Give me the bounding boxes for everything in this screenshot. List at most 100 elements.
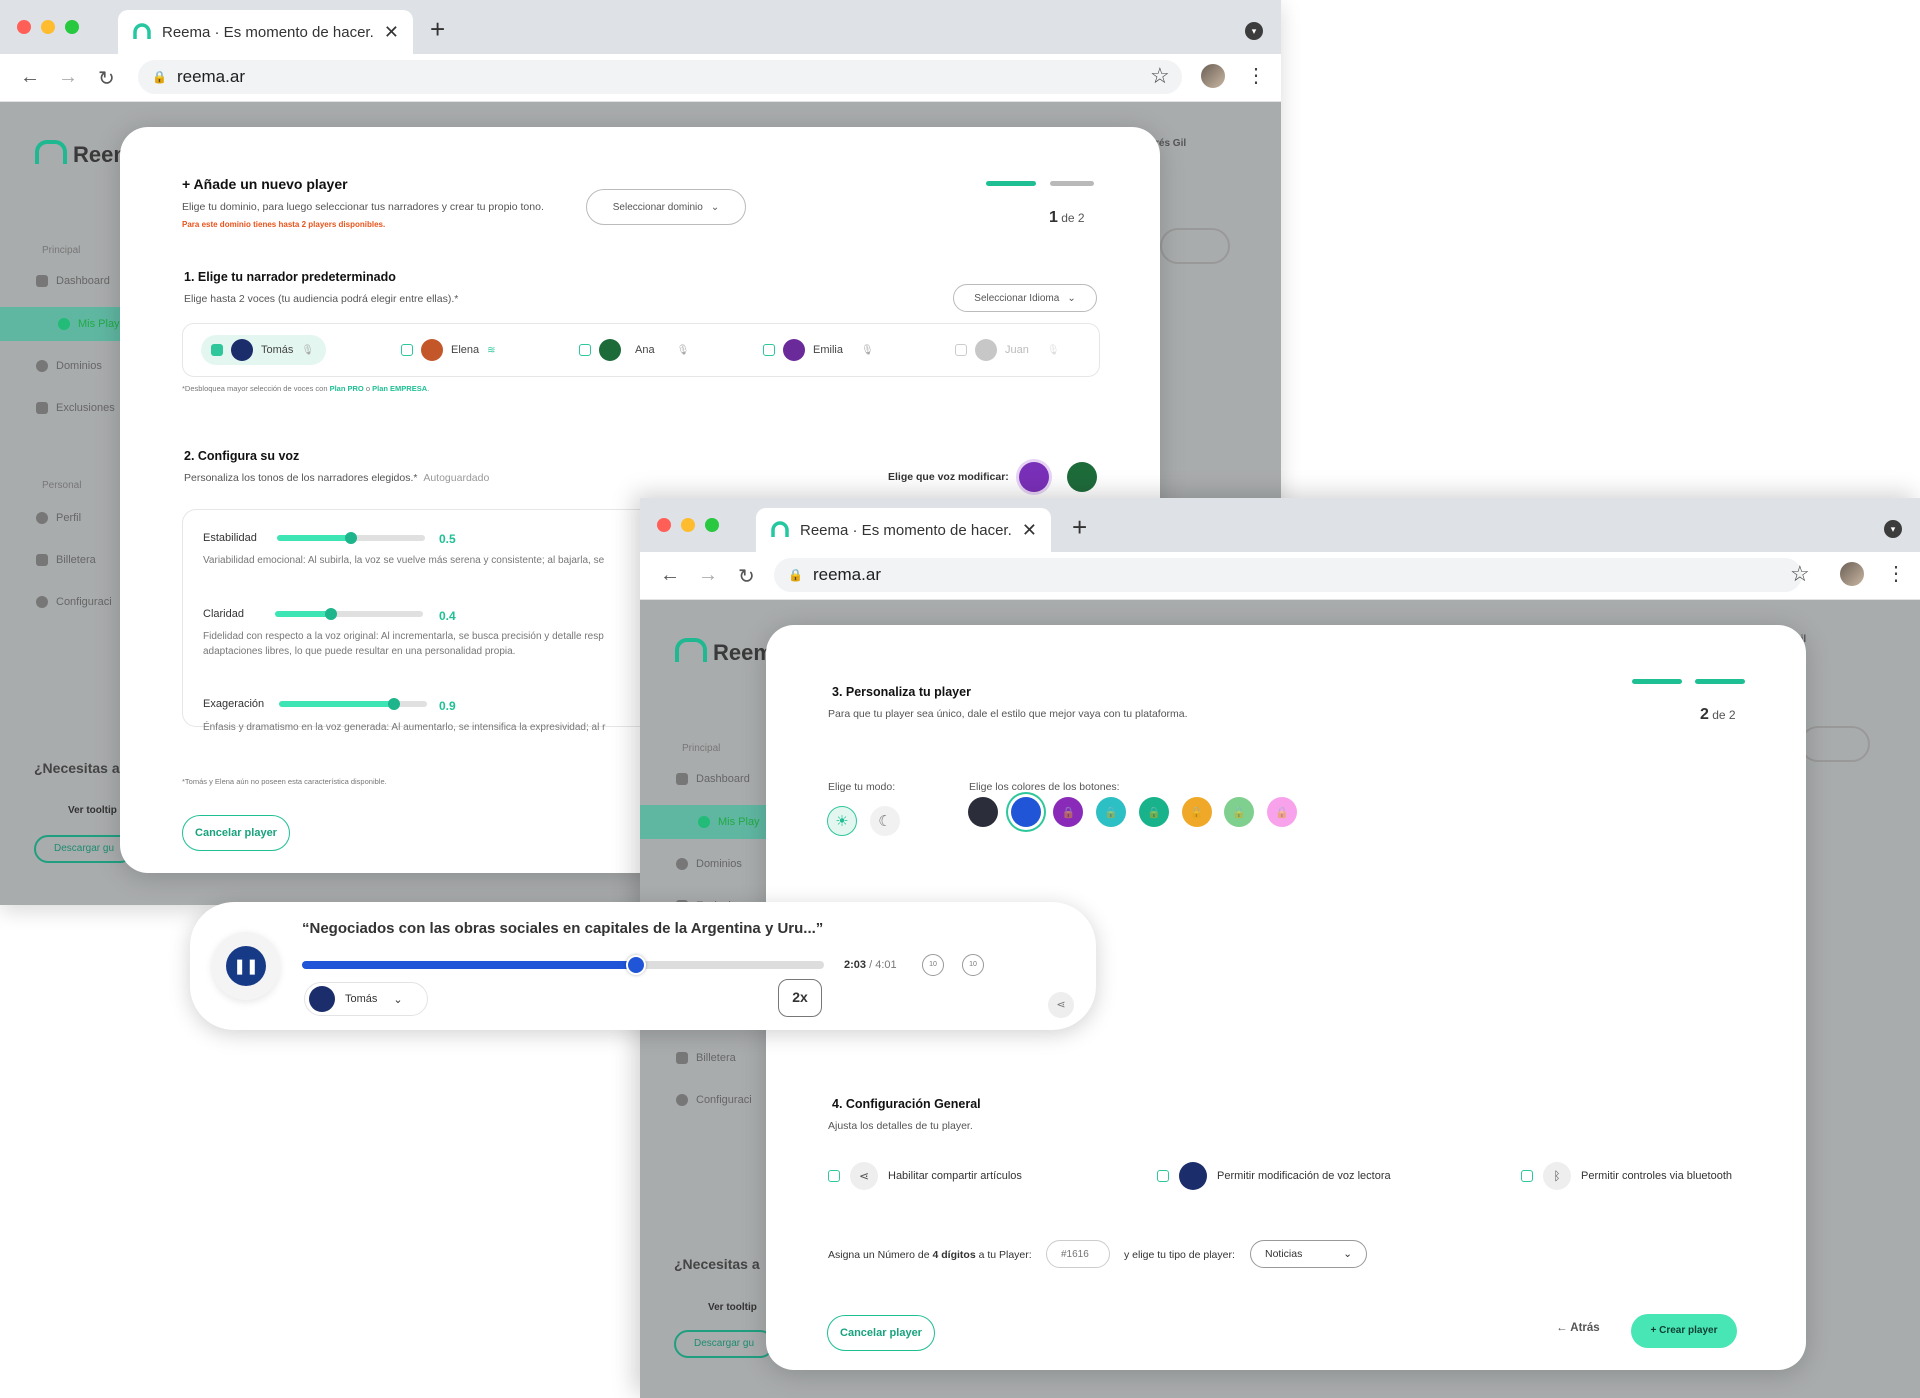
new-tab-button[interactable]: +	[430, 14, 445, 45]
back-icon[interactable]: ←	[20, 66, 40, 89]
option-share-articles[interactable]: ⋖ Habilitar compartir artículos	[828, 1162, 1022, 1190]
player-number-input[interactable]	[1046, 1240, 1110, 1268]
minimize-window-button[interactable]	[681, 518, 695, 532]
slider-knob[interactable]	[325, 608, 338, 620]
option-bluetooth-controls[interactable]: ᛒ Permitir controles via bluetooth	[1521, 1162, 1732, 1190]
voice-option-elena[interactable]: Elena ≋	[401, 335, 496, 365]
sidebar-item-mis-players[interactable]: Mis Play	[698, 816, 760, 828]
color-swatch[interactable]: 🔒	[1181, 797, 1212, 827]
color-swatch[interactable]: 🔒	[1224, 797, 1255, 827]
download-guide-button[interactable]: Descargar gu	[34, 835, 134, 863]
color-swatch[interactable]: 🔒	[1096, 797, 1127, 827]
maximize-window-button[interactable]	[65, 20, 79, 34]
sidebar-item-dashboard[interactable]: Dashboard	[36, 275, 110, 287]
close-tab-icon[interactable]: ✕	[384, 22, 399, 43]
clarity-slider[interactable]	[275, 608, 423, 620]
close-window-button[interactable]	[17, 20, 31, 34]
sidebar-item-dominios[interactable]: Dominios	[36, 360, 102, 372]
color-swatch[interactable]	[968, 797, 998, 827]
narrator-select[interactable]: Tomás ⌄	[304, 982, 428, 1016]
browser-tab[interactable]: Reema · Es momento de hacer... ✕	[756, 508, 1051, 552]
sidebar-item-configuracion[interactable]: Configuraci	[36, 596, 112, 608]
slider-value: 0.5	[439, 532, 456, 546]
option-checkbox[interactable]	[1157, 1170, 1169, 1182]
maximize-window-button[interactable]	[705, 518, 719, 532]
bookmark-star-icon[interactable]: ☆	[1790, 561, 1810, 587]
stability-slider[interactable]	[277, 532, 425, 544]
tooltip-link[interactable]: Ver tooltip	[708, 1302, 757, 1313]
profile-avatar[interactable]	[1838, 560, 1866, 588]
close-tab-icon[interactable]: ✕	[1022, 520, 1037, 541]
share-icon[interactable]: ⋖	[1048, 992, 1074, 1018]
sidebar-item-billetera[interactable]: Billetera	[676, 1052, 736, 1064]
player-progress-knob[interactable]	[626, 955, 647, 975]
sidebar-item-dominios[interactable]: Dominios	[676, 858, 742, 870]
mic-icon[interactable]: 🎙	[861, 345, 874, 356]
mic-icon[interactable]: 🎙	[677, 345, 690, 356]
language-select[interactable]: Seleccionar Idioma ⌄	[953, 284, 1097, 312]
close-window-button[interactable]	[657, 518, 671, 532]
sidebar-item-configuracion[interactable]: Configuraci	[676, 1094, 752, 1106]
chevron-down-icon: ⌄	[393, 993, 403, 1006]
voice-option-emilia[interactable]: Emilia 🎙	[763, 335, 874, 365]
sidebar-item-mis-players[interactable]: Mis Play	[58, 318, 120, 330]
forward-icon[interactable]: →	[698, 564, 718, 587]
voice-to-modify-avatar[interactable]	[1067, 462, 1097, 492]
exaggeration-slider[interactable]	[279, 698, 427, 710]
plan-pro-link[interactable]: Plan PRO	[330, 384, 364, 393]
new-tab-button[interactable]: +	[1072, 512, 1087, 543]
voice-checkbox[interactable]	[401, 344, 413, 356]
pause-button[interactable]: ❚❚	[226, 946, 266, 986]
player-type-select[interactable]: Noticias ⌄	[1250, 1240, 1367, 1268]
voice-checkbox[interactable]	[763, 344, 775, 356]
voice-to-modify-avatar[interactable]	[1019, 462, 1049, 492]
player-progress-bar[interactable]	[302, 955, 824, 975]
audio-wave-icon[interactable]: ≋	[487, 345, 495, 356]
color-swatch[interactable]	[1010, 797, 1041, 827]
create-player-button[interactable]: + Crear player	[1631, 1314, 1737, 1348]
browser-tab[interactable]: Reema · Es momento de hacer... ✕	[118, 10, 413, 54]
tab-search-icon[interactable]: ▾	[1884, 520, 1902, 538]
sidebar-item-dashboard[interactable]: Dashboard	[676, 773, 750, 785]
address-bar[interactable]: 🔒 reema.ar	[774, 558, 1802, 592]
bookmark-star-icon[interactable]: ☆	[1150, 63, 1170, 89]
color-swatch[interactable]: 🔒	[1138, 797, 1169, 827]
browser-menu-icon[interactable]: ⋮	[1886, 561, 1906, 586]
forward-icon[interactable]: →	[58, 66, 78, 89]
minimize-window-button[interactable]	[41, 20, 55, 34]
voice-option-tomas[interactable]: Tomás 🎙	[201, 335, 327, 365]
option-checkbox[interactable]	[828, 1170, 840, 1182]
voice-checkbox[interactable]	[211, 344, 223, 356]
browser-menu-icon[interactable]: ⋮	[1246, 63, 1266, 88]
address-bar[interactable]: 🔒 reema.ar	[138, 60, 1182, 94]
plan-empresa-link[interactable]: Plan EMPRESA	[372, 384, 427, 393]
dark-mode-toggle[interactable]: ☾	[870, 806, 900, 836]
tooltip-link[interactable]: Ver tooltip	[68, 805, 117, 816]
sidebar-item-perfil[interactable]: Perfil	[36, 512, 81, 524]
profile-avatar[interactable]	[1199, 62, 1227, 90]
slider-knob[interactable]	[345, 532, 357, 544]
reload-icon[interactable]: ↻	[738, 564, 755, 589]
domain-select[interactable]: Seleccionar dominio ⌄	[586, 189, 746, 225]
option-voice-modification[interactable]: Permitir modificación de voz lectora	[1157, 1162, 1391, 1190]
back-button[interactable]: ← Atrás	[1556, 1322, 1600, 1334]
speed-button[interactable]: 2x	[778, 979, 822, 1017]
slider-knob[interactable]	[388, 698, 401, 710]
cancel-player-button[interactable]: Cancelar player	[182, 815, 290, 851]
voice-checkbox[interactable]	[579, 344, 591, 356]
reload-icon[interactable]: ↻	[98, 66, 115, 91]
back-icon[interactable]: ←	[660, 564, 680, 587]
rewind-10-icon[interactable]: 10	[922, 954, 944, 976]
light-mode-toggle[interactable]: ☀	[827, 806, 857, 836]
sidebar-item-label: Billetera	[696, 1052, 736, 1064]
sidebar-item-billetera[interactable]: Billetera	[36, 554, 96, 566]
mic-icon[interactable]: 🎙	[301, 345, 314, 356]
option-checkbox[interactable]	[1521, 1170, 1533, 1182]
color-swatch[interactable]: 🔒	[1266, 797, 1297, 827]
download-guide-button[interactable]: Descargar gu	[674, 1330, 774, 1358]
sidebar-item-exclusiones[interactable]: Exclusiones	[36, 402, 115, 414]
forward-10-icon[interactable]: 10	[962, 954, 984, 976]
tab-search-icon[interactable]: ▾	[1245, 22, 1263, 40]
cancel-player-button[interactable]: Cancelar player	[827, 1315, 935, 1351]
voice-option-ana[interactable]: Ana 🎙	[579, 335, 689, 365]
